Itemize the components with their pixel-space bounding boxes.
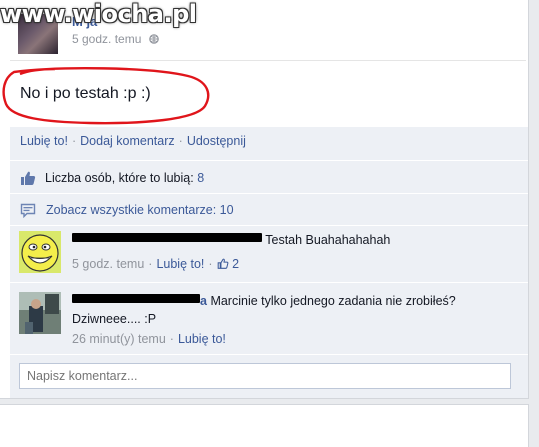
- redacted-name: [72, 294, 200, 303]
- post-text: No i po testah :p :): [20, 85, 151, 102]
- redacted-name: [72, 233, 262, 242]
- row-divider: [10, 225, 528, 226]
- person-photo-avatar[interactable]: [19, 292, 61, 334]
- comment-item: Testah Buahahahahah 5 godz. temu · Lubię t…: [19, 231, 520, 275]
- comment-link[interactable]: Dodaj komentarz: [80, 134, 175, 148]
- separator: ·: [169, 332, 174, 346]
- action-bar: Lubię to! · Dodaj komentarz · Udostępnij: [20, 134, 246, 148]
- comment-body: Testah Buahahahahah 5 godz. temu · Lubię t…: [72, 231, 512, 273]
- comment-meta: 5 godz. temu · Lubię to! · 2: [72, 255, 512, 273]
- row-divider: [10, 354, 528, 355]
- comment-input[interactable]: [19, 363, 511, 389]
- comment-body: a Marcinie tylko jednego zadania nie zro…: [72, 292, 512, 348]
- like-link[interactable]: Lubię to!: [20, 134, 68, 148]
- commenter-name-suffix[interactable]: a: [200, 294, 207, 308]
- post-feedback-panel: Lubię to! · Dodaj komentarz · Udostępnij Lic…: [10, 127, 528, 398]
- likes-summary: Liczba osób, które to lubią: 8: [45, 171, 204, 185]
- troll-face-avatar[interactable]: [19, 231, 61, 273]
- comment-bubble-icon: [20, 203, 36, 221]
- thumbs-up-icon: [217, 258, 228, 269]
- comment-like-count[interactable]: 2: [217, 257, 239, 271]
- share-link[interactable]: Udostępnij: [187, 134, 246, 148]
- watermark-logo: www.wiocha.pl: [0, 0, 197, 28]
- separator: ·: [178, 134, 183, 148]
- comment-item: a Marcinie tylko jednego zadania nie zro…: [19, 292, 520, 350]
- likes-count[interactable]: 8: [197, 171, 204, 185]
- separator: ·: [208, 257, 213, 271]
- view-all-comments-link[interactable]: Zobacz wszystkie komentarze: 10: [46, 203, 234, 217]
- row-divider: [10, 193, 528, 194]
- post-time-text[interactable]: 5 godz. temu: [72, 32, 141, 46]
- comment-like-link[interactable]: Lubię to!: [156, 257, 204, 271]
- comment-like-link[interactable]: Lubię to!: [178, 332, 226, 346]
- separator: ·: [71, 134, 77, 148]
- globe-icon: [148, 33, 159, 44]
- comment-meta: 26 minut(y) temu · Lubię to!: [72, 330, 512, 348]
- comment-timestamp[interactable]: 5 godz. temu: [72, 257, 144, 271]
- comment-timestamp[interactable]: 26 minut(y) temu: [72, 332, 166, 346]
- comment-text: Testah Buahahahahah: [265, 233, 391, 247]
- post-card: www.wiocha.pl M ja 5 godz. temu No i po …: [0, 0, 529, 399]
- post-timestamp: 5 godz. temu: [72, 32, 159, 46]
- comment-like-number: 2: [232, 257, 240, 271]
- likes-label: Liczba osób, które to lubią:: [45, 171, 194, 185]
- thumbs-up-icon: [20, 170, 36, 189]
- row-divider: [10, 160, 528, 161]
- next-post-edge: [0, 404, 529, 447]
- separator: ·: [148, 257, 153, 271]
- row-divider: [10, 282, 528, 283]
- header-divider: [10, 60, 526, 61]
